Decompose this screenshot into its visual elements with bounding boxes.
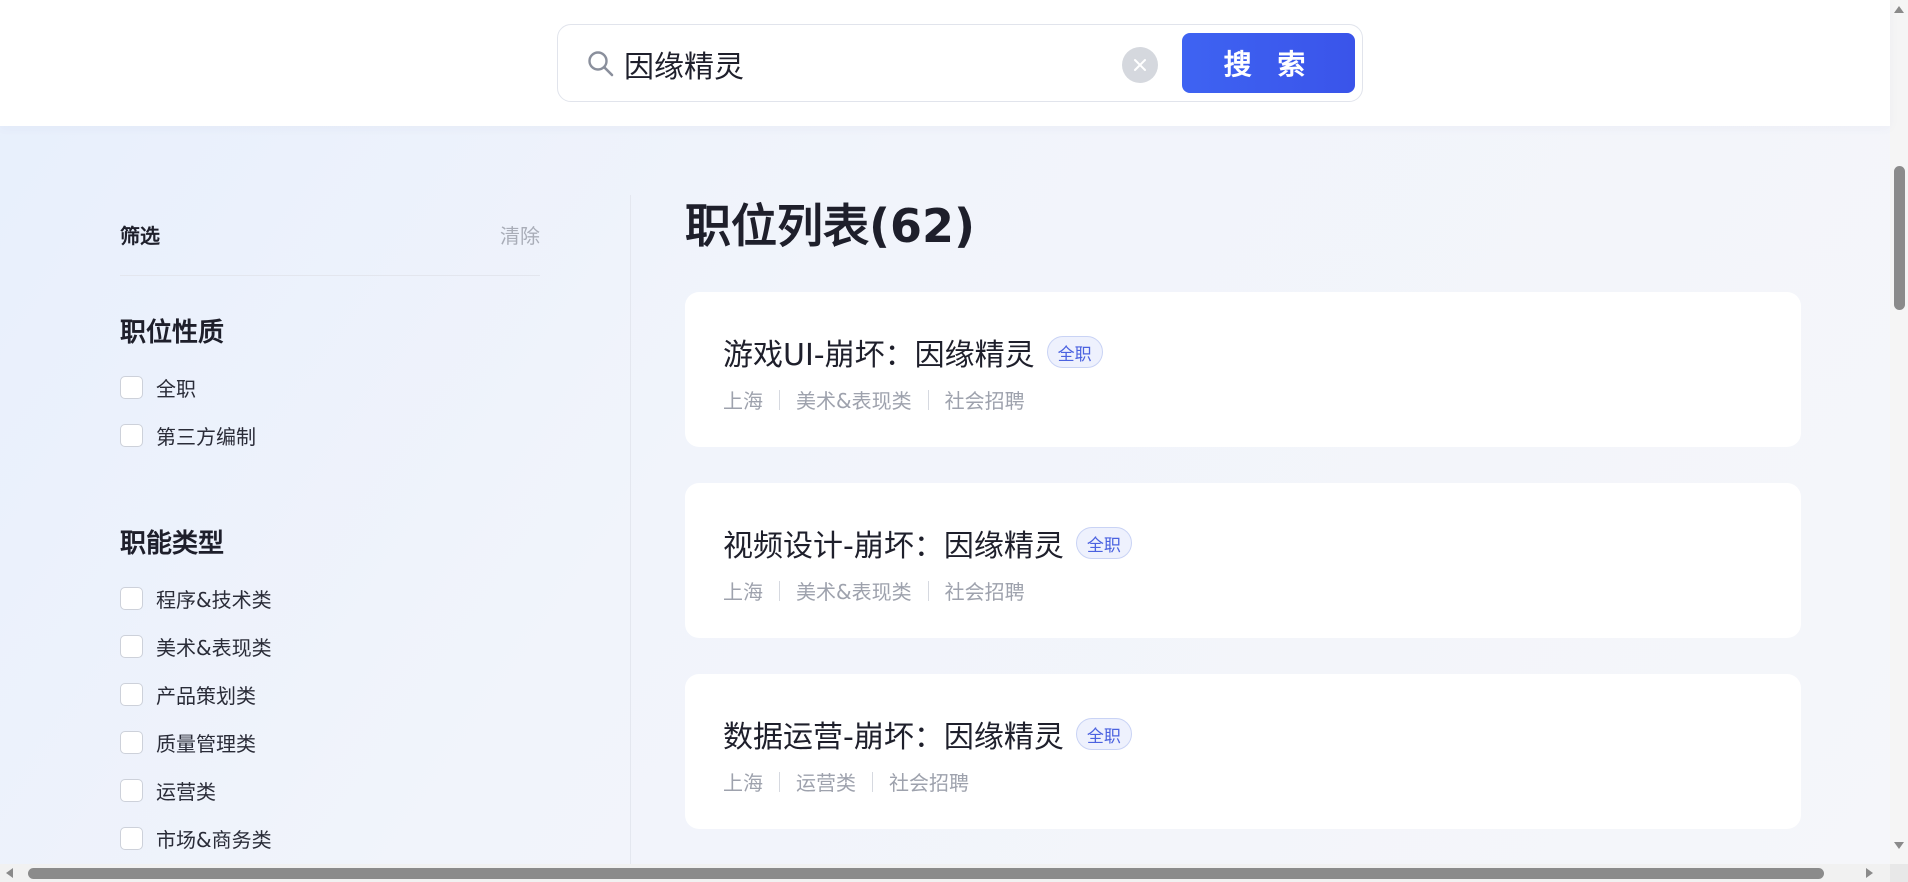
checkbox[interactable] xyxy=(120,586,143,610)
search-box: 搜 索 xyxy=(557,24,1363,102)
job-title-row: 视频设计-崩坏：因缘精灵 全职 xyxy=(723,521,1132,565)
job-meta: 上海 美术&表现类 社会招聘 xyxy=(723,385,1025,414)
filter-option-label: 全职 xyxy=(156,376,196,401)
filter-option-operations[interactable]: 运营类 xyxy=(120,766,540,814)
filter-option-quality[interactable]: 质量管理类 xyxy=(120,718,540,766)
job-type-badge: 全职 xyxy=(1075,527,1132,559)
job-title-row: 数据运营-崩坏：因缘精灵 全职 xyxy=(723,712,1132,756)
filter-option-label: 美术&表现类 xyxy=(156,635,272,660)
horizontal-scrollbar-thumb[interactable] xyxy=(28,868,1824,879)
job-card[interactable]: 游戏UI-崩坏：因缘精灵 全职 上海 美术&表现类 社会招聘 xyxy=(685,292,1801,447)
meta-separator xyxy=(927,580,929,601)
job-title: 数据运营-崩坏：因缘精灵 xyxy=(723,720,1064,755)
job-card[interactable]: 视频设计-崩坏：因缘精灵 全职 上海 美术&表现类 社会招聘 xyxy=(685,483,1801,638)
meta-separator xyxy=(779,771,780,792)
checkbox[interactable] xyxy=(120,682,143,706)
checkbox[interactable] xyxy=(120,778,143,802)
job-title: 视频设计-崩坏：因缘精灵 xyxy=(723,529,1064,564)
job-city: 上海 xyxy=(723,389,763,413)
job-meta: 上海 美术&表现类 社会招聘 xyxy=(723,576,1025,605)
filter-header: 筛选 清除 xyxy=(120,200,540,276)
job-meta: 上海 运营类 社会招聘 xyxy=(723,767,969,796)
scrollbar-corner xyxy=(1890,864,1908,882)
job-title: 游戏UI-崩坏：因缘精灵 xyxy=(723,338,1035,373)
filter-title: 筛选 xyxy=(120,224,160,248)
meta-separator xyxy=(872,771,873,792)
checkbox[interactable] xyxy=(120,423,143,447)
job-card[interactable]: 数据运营-崩坏：因缘精灵 全职 上海 运营类 社会招聘 xyxy=(685,674,1801,829)
filter-clear-button[interactable]: 清除 xyxy=(500,220,540,249)
filter-group-title: 职能类型 xyxy=(120,529,225,559)
search-icon xyxy=(588,51,614,77)
checkbox[interactable] xyxy=(120,826,143,850)
job-type-badge: 全职 xyxy=(1075,718,1132,750)
filter-group-title: 职位性质 xyxy=(120,318,225,348)
job-category: 美术&表现类 xyxy=(796,580,912,604)
filter-option-label: 质量管理类 xyxy=(156,731,256,756)
scroll-down-icon[interactable] xyxy=(1894,842,1904,849)
checkbox[interactable] xyxy=(120,375,143,399)
vertical-scrollbar[interactable] xyxy=(1890,0,1908,864)
job-title-row: 游戏UI-崩坏：因缘精灵 全职 xyxy=(723,330,1103,374)
filter-option-third-party[interactable]: 第三方编制 xyxy=(120,411,540,459)
job-recruit-type: 社会招聘 xyxy=(889,771,969,795)
filter-option-label: 产品策划类 xyxy=(156,683,256,708)
scroll-up-icon[interactable] xyxy=(1894,6,1904,13)
filter-option-label: 运营类 xyxy=(156,779,216,804)
checkbox[interactable] xyxy=(120,634,143,658)
clear-search-button[interactable] xyxy=(1122,47,1158,83)
meta-separator xyxy=(779,389,780,410)
vertical-scrollbar-thumb[interactable] xyxy=(1894,166,1905,310)
filter-option-label: 第三方编制 xyxy=(156,424,256,449)
horizontal-scrollbar[interactable] xyxy=(0,864,1908,882)
checkbox[interactable] xyxy=(120,730,143,754)
job-recruit-type: 社会招聘 xyxy=(944,580,1025,604)
filter-sidebar: 筛选 清除 职位性质 全职 第三方编制 职能类型 程序&技术类 美术&表现类 产… xyxy=(120,200,540,862)
close-icon xyxy=(1134,59,1146,71)
scroll-right-icon[interactable] xyxy=(1866,868,1873,878)
job-recruit-type: 社会招聘 xyxy=(944,389,1025,413)
search-header: 搜 索 xyxy=(0,0,1890,126)
job-city: 上海 xyxy=(723,580,763,604)
meta-separator xyxy=(779,580,780,601)
search-button[interactable]: 搜 索 xyxy=(1182,33,1355,93)
job-list-title: 职位列表(62) xyxy=(685,199,976,253)
filter-option-fulltime[interactable]: 全职 xyxy=(120,363,540,411)
column-divider xyxy=(630,195,631,882)
meta-separator xyxy=(927,389,929,410)
scroll-left-icon[interactable] xyxy=(6,868,13,878)
filter-group-job-nature: 职位性质 全职 第三方编制 xyxy=(120,312,540,459)
filter-option-label: 市场&商务类 xyxy=(156,827,272,852)
filter-option-product[interactable]: 产品策划类 xyxy=(120,670,540,718)
filter-group-function-type: 职能类型 程序&技术类 美术&表现类 产品策划类 质量管理类 运营类 市场&商务… xyxy=(120,523,540,862)
filter-option-marketing[interactable]: 市场&商务类 xyxy=(120,814,540,862)
filter-option-tech[interactable]: 程序&技术类 xyxy=(120,574,540,622)
filter-option-art[interactable]: 美术&表现类 xyxy=(120,622,540,670)
search-input[interactable] xyxy=(624,41,1084,87)
job-category: 运营类 xyxy=(796,771,856,795)
filter-option-label: 程序&技术类 xyxy=(156,587,272,612)
job-category: 美术&表现类 xyxy=(796,389,912,413)
job-city: 上海 xyxy=(723,771,763,795)
job-type-badge: 全职 xyxy=(1046,336,1103,368)
